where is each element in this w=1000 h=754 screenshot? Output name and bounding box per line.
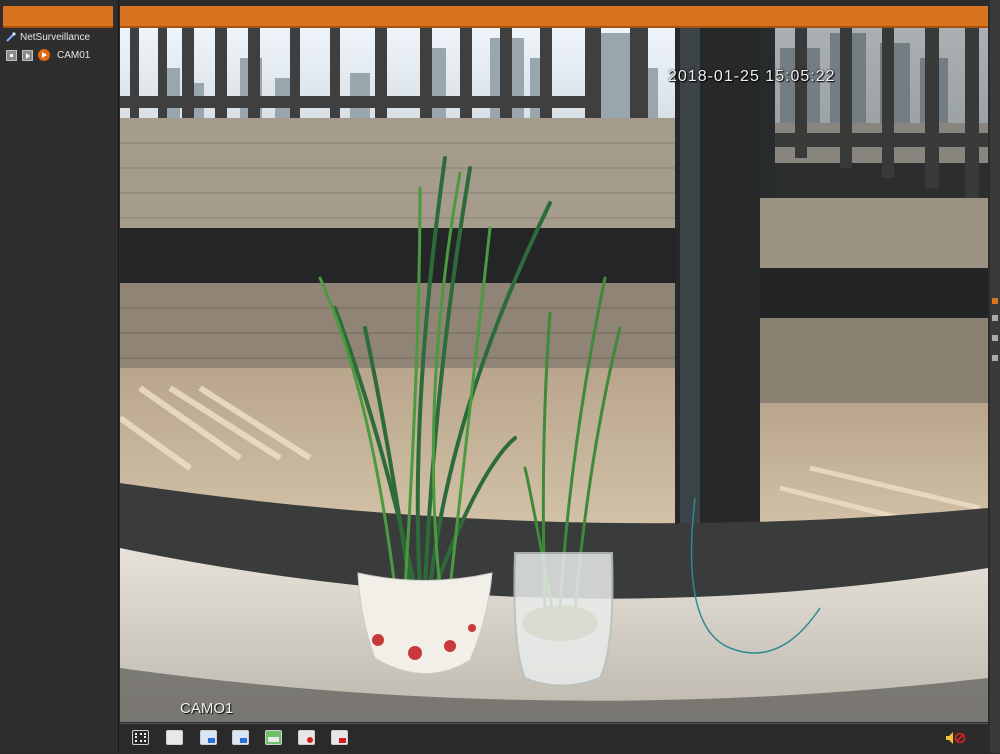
side-marker-icon xyxy=(992,315,998,321)
video-feed[interactable]: 2018-01-25 15:05:22 CAMO1 xyxy=(120,28,988,722)
single-view-icon[interactable] xyxy=(166,730,183,745)
fullscreen-icon[interactable] xyxy=(132,730,149,745)
side-marker-icon xyxy=(992,335,998,341)
device-tree-panel: NetSurveillance CAM01 xyxy=(0,0,119,753)
play-icon[interactable] xyxy=(22,49,33,61)
camera-label: CAM01 xyxy=(57,49,91,61)
mute-record-icon[interactable] xyxy=(331,730,348,745)
camera-name-overlay: CAMO1 xyxy=(180,700,234,717)
monitor-icon[interactable] xyxy=(232,730,249,745)
device-icon xyxy=(6,32,16,42)
record-icon[interactable] xyxy=(298,730,315,745)
snapshot-icon[interactable] xyxy=(265,730,282,745)
tree-root-label: NetSurveillance xyxy=(20,31,91,43)
camera-live-icon[interactable] xyxy=(38,49,50,61)
side-marker-icon xyxy=(992,298,998,304)
volume-mute-icon[interactable] xyxy=(945,731,967,745)
stop-icon[interactable] xyxy=(6,49,17,61)
tree-root-netsurveillance[interactable]: NetSurveillance xyxy=(6,30,90,44)
device-tree-header xyxy=(3,6,113,28)
video-header-bar xyxy=(120,6,988,28)
tree-item-cam01[interactable]: CAM01 xyxy=(6,48,90,62)
playback-toolbar xyxy=(120,723,988,754)
side-marker-icon xyxy=(992,355,998,361)
monitor-icon[interactable] xyxy=(200,730,217,745)
camera-scene xyxy=(120,28,988,722)
timestamp-overlay: 2018-01-25 15:05:22 xyxy=(668,68,836,85)
right-side-strip xyxy=(990,0,1000,753)
